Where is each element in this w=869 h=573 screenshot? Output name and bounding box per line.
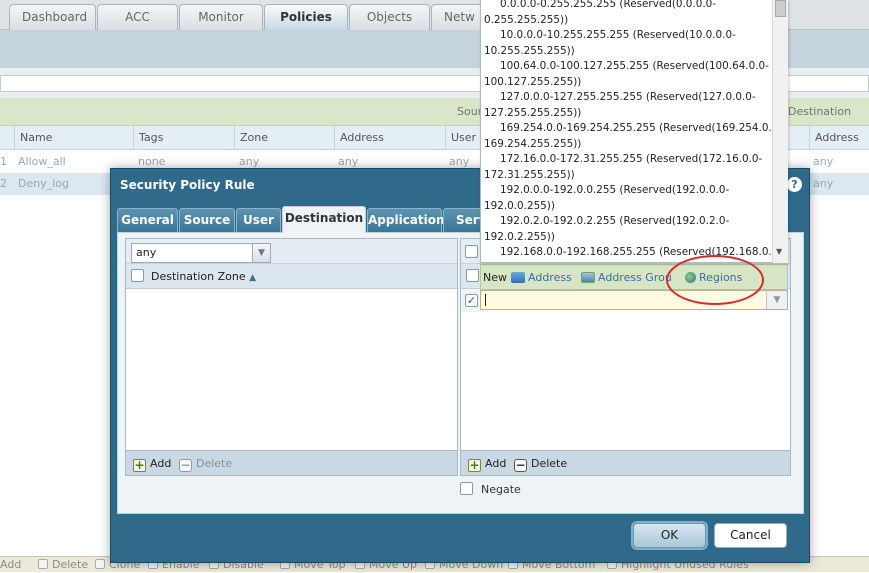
new-label: New [483, 271, 507, 284]
list-item[interactable]: 0.0.0.0-0.255.255.255 (Reserved(0.0.0.0-… [484, 0, 769, 28]
clone-icon [95, 559, 105, 569]
scrollbar-thumb[interactable] [775, 0, 786, 17]
col-header-user[interactable]: User [445, 126, 476, 150]
zone-add-button[interactable]: + Add [133, 456, 171, 472]
address-input[interactable]: ▼ [480, 290, 788, 310]
destination-zone-panel: any ▼ Destination Zone ▲ + Add − Delete [125, 238, 458, 476]
group-header-source: Sour [457, 105, 483, 118]
col-header-tags[interactable]: Tags [133, 126, 163, 150]
zone-panel-footer: + Add − Delete [126, 450, 457, 475]
tab-destination[interactable]: Destination [282, 206, 366, 233]
globe-icon [685, 272, 696, 283]
address-add-button[interactable]: + Add [468, 456, 506, 472]
address-row: ✓ [461, 290, 481, 312]
delete-icon: − [179, 458, 192, 472]
address-new-toolbar: New Address Address Grou Regions [480, 264, 788, 290]
address-delete-button[interactable]: − Delete [514, 456, 567, 472]
list-item[interactable]: 100.64.0.0-100.127.255.255 (Reserved(100… [484, 59, 769, 90]
col-header-dest-address[interactable]: Address [809, 126, 859, 150]
new-region-link[interactable]: Regions [685, 265, 742, 291]
help-icon[interactable]: ? [787, 177, 802, 192]
zone-delete-button[interactable]: − Delete [179, 456, 232, 472]
new-address-link[interactable]: Address [511, 265, 572, 291]
delete-icon: − [514, 458, 527, 472]
list-item[interactable]: 172.16.0.0-172.31.255.255 (Reserved(172.… [484, 152, 769, 183]
rule-name[interactable]: Deny_log [18, 173, 69, 195]
tab-general[interactable]: General [117, 208, 178, 232]
list-item[interactable]: 169.254.0.0-169.254.255.255 (Reserved(16… [484, 121, 771, 152]
toolbar-add-button[interactable]: Add [0, 557, 21, 573]
zone-select[interactable]: any ▼ [131, 243, 271, 263]
nav-tab-dashboard[interactable]: Dashboard [9, 4, 96, 30]
text-caret [485, 294, 486, 306]
group-header-destination: Destination [788, 105, 852, 118]
delete-icon [38, 559, 48, 569]
ok-button[interactable]: OK [633, 523, 706, 548]
dialog-title: Security Policy Rule [120, 178, 255, 192]
col-header-name[interactable]: Name [14, 126, 52, 150]
rule-name[interactable]: Allow_all [18, 151, 66, 173]
list-item[interactable]: 192.0.0.0-192.0.0.255 (Reserved(192.0.0.… [484, 183, 769, 214]
rule-dest-address: any [813, 177, 834, 190]
negate-checkbox[interactable] [460, 482, 473, 495]
add-icon: + [133, 458, 146, 472]
nav-tab-monitor[interactable]: Monitor [179, 4, 263, 30]
zone-column-header: Destination Zone ▲ [126, 264, 457, 289]
zone-select-value: any [136, 246, 157, 259]
nav-tab-objects[interactable]: Objects [349, 4, 430, 30]
list-item[interactable]: 192.0.2.0-192.0.2.255 (Reserved(192.0.2.… [484, 214, 769, 245]
sort-ascending-icon: ▲ [249, 273, 257, 283]
address-panel-footer: + Add − Delete [461, 450, 790, 475]
col-header-zone[interactable]: Zone [234, 126, 268, 150]
tab-user[interactable]: User [236, 208, 281, 232]
list-item[interactable]: 192.168.0.0-192.168.255.255 (Reserved(19… [484, 245, 771, 261]
new-address-group-link[interactable]: Address Grou [581, 265, 672, 291]
chevron-down-icon[interactable]: ▼ [766, 291, 787, 309]
cancel-button[interactable]: Cancel [714, 523, 787, 548]
select-all-zones-checkbox[interactable] [131, 269, 144, 282]
tab-application[interactable]: Application [367, 208, 445, 232]
select-all-addresses-checkbox[interactable] [466, 269, 479, 282]
list-item[interactable]: 10.0.0.0-10.255.255.255 (Reserved(10.0.0… [484, 28, 769, 59]
address-group-icon [581, 272, 595, 283]
destination-zone-header[interactable]: Destination Zone ▲ [151, 264, 256, 291]
row-number: 1 [0, 155, 7, 168]
list-item[interactable]: 127.0.0.0-127.255.255.255 (Reserved(127.… [484, 90, 769, 121]
rule-dest-address: any [813, 155, 834, 168]
suggestion-scrollbar[interactable]: ▼ [772, 0, 788, 263]
toolbar-delete-button[interactable]: Delete [38, 557, 88, 573]
nav-tab-acc[interactable]: ACC [97, 4, 178, 30]
add-icon: + [468, 458, 481, 472]
col-header-address[interactable]: Address [334, 126, 384, 150]
address-icon [511, 272, 525, 283]
row-number: 2 [0, 177, 7, 190]
tab-source[interactable]: Source [179, 208, 235, 232]
scroll-down-icon[interactable]: ▼ [776, 247, 782, 256]
address-suggestion-list: 0.0.0.0-0.255.255.255 (Reserved(0.0.0.0-… [480, 0, 788, 263]
negate-label: Negate [481, 483, 521, 496]
any-address-checkbox[interactable] [465, 245, 478, 258]
address-row-checkbox[interactable]: ✓ [465, 294, 478, 307]
chevron-down-icon[interactable]: ▼ [252, 244, 270, 262]
nav-tab-policies[interactable]: Policies [264, 4, 348, 31]
